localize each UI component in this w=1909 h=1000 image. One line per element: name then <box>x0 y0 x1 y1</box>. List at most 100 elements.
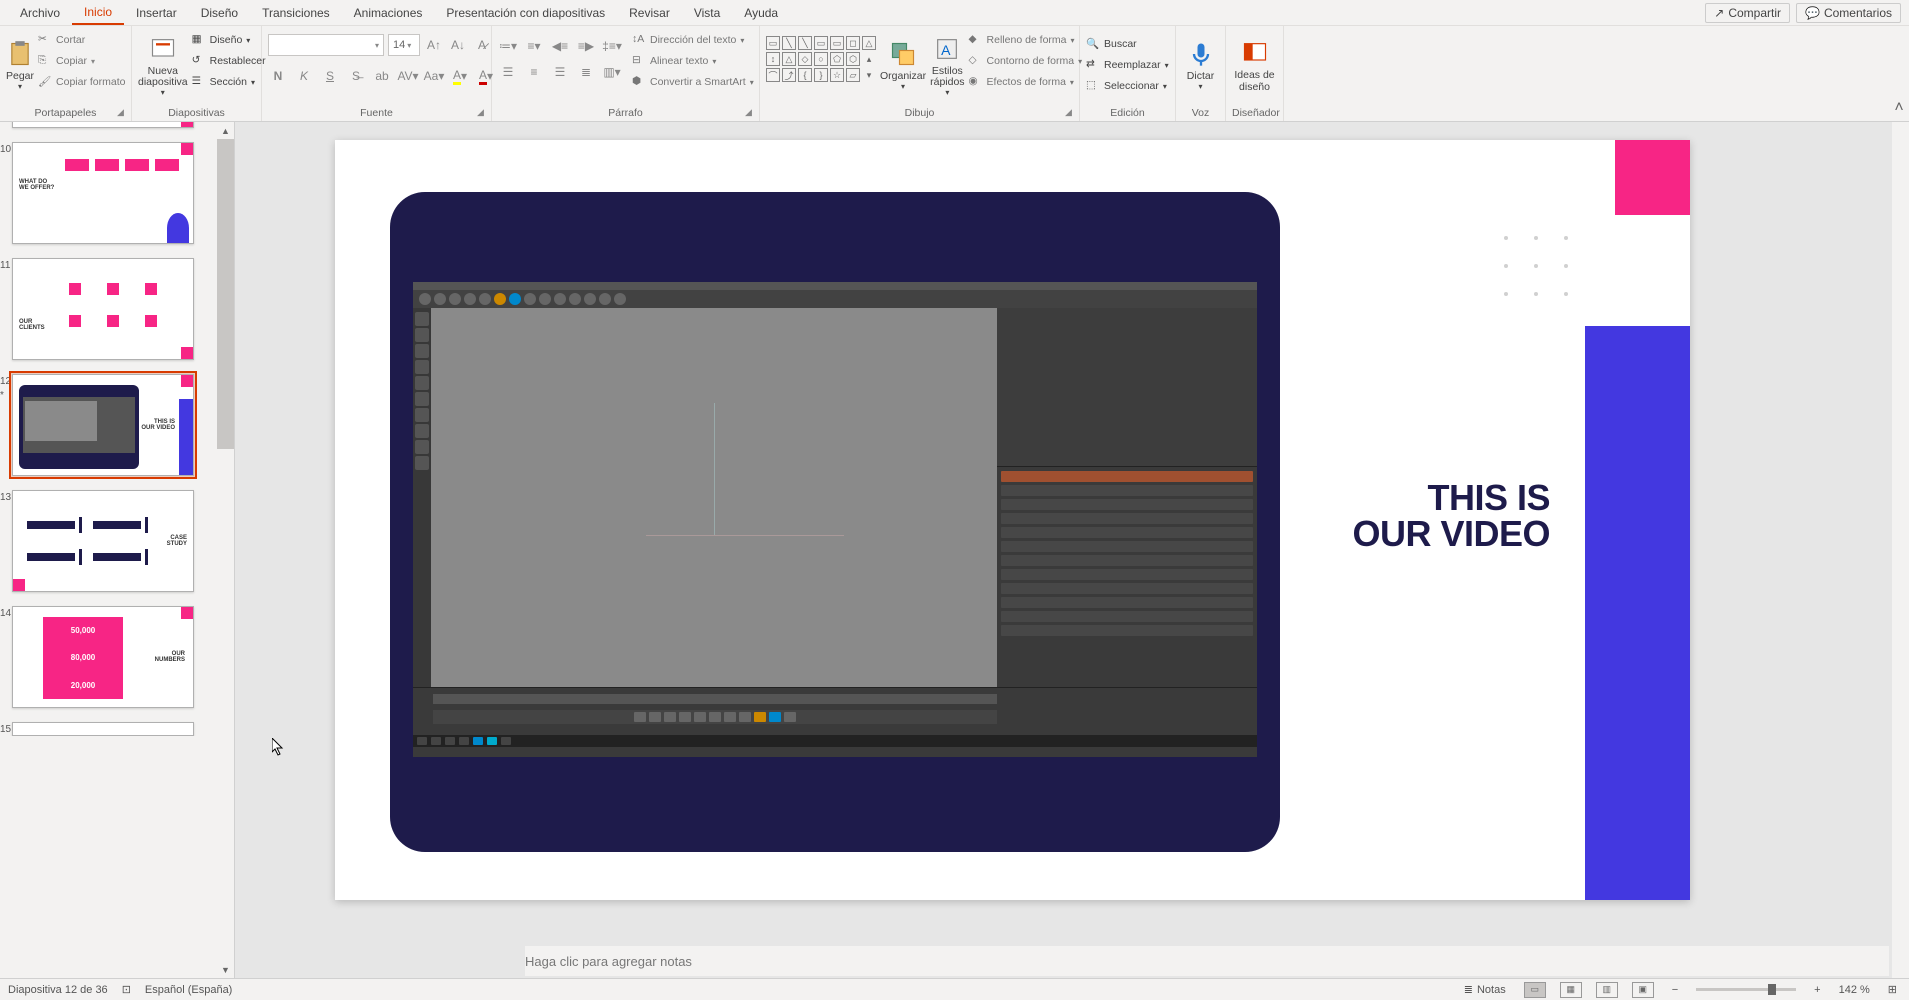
bold-button[interactable]: N <box>268 66 288 86</box>
strike-button[interactable]: S̶ <box>346 66 366 86</box>
fit-to-window-button[interactable]: ⊞ <box>1884 983 1901 996</box>
slide-title-text[interactable]: THIS IS OUR VIDEO <box>1352 480 1550 552</box>
share-button[interactable]: ↗Compartir <box>1705 3 1790 23</box>
char-spacing-button[interactable]: AV▾ <box>398 66 418 86</box>
scroll-up-button[interactable]: ▲ <box>217 122 234 139</box>
decoration-square-pink[interactable] <box>1615 140 1690 215</box>
font-family-combo[interactable]: ▾ <box>268 34 384 56</box>
highlight-button[interactable]: A▾ <box>450 66 470 86</box>
paragraph-dialog-launcher[interactable]: ◢ <box>745 107 757 119</box>
change-case-button[interactable]: Aa▾ <box>424 66 444 86</box>
tab-transiciones[interactable]: Transiciones <box>250 2 342 24</box>
format-painter-button[interactable]: 🖌Copiar formato <box>38 72 125 92</box>
zoom-in-button[interactable]: + <box>1810 984 1824 996</box>
dictate-button[interactable]: Dictar▾ <box>1182 30 1219 102</box>
drawing-dialog-launcher[interactable]: ◢ <box>1065 107 1077 119</box>
shapes-gallery[interactable]: ▭╲╲▭▭◻△ ↕△◇○⬠⬡▴ ⌒⤴{}☆▱▾ <box>766 36 876 82</box>
slide-thumbnail-14[interactable]: 14 50,00080,00020,000 OURNUMBERS <box>12 606 212 708</box>
collapse-ribbon-button[interactable]: ˄ <box>1889 26 1909 121</box>
canvas-scrollbar-vertical[interactable] <box>1892 122 1909 978</box>
zoom-level[interactable]: 142 % <box>1839 984 1870 996</box>
tab-diseno[interactable]: Diseño <box>189 2 250 24</box>
decrease-indent-button[interactable]: ◀≡ <box>550 36 570 56</box>
shape-outline-button[interactable]: ◇Contorno de forma▾ <box>969 51 1083 71</box>
tab-inicio[interactable]: Inicio <box>72 1 124 25</box>
font-size-combo[interactable]: 14▾ <box>388 34 420 56</box>
shape-effects-button[interactable]: ◉Efectos de forma▾ <box>969 72 1083 92</box>
align-right-button[interactable]: ☰ <box>550 62 570 82</box>
tab-animaciones[interactable]: Animaciones <box>342 2 435 24</box>
line-spacing-button[interactable]: ‡≡▾ <box>602 36 622 56</box>
scrollbar-handle[interactable] <box>217 139 234 449</box>
increase-font-button[interactable]: A↑ <box>424 35 444 55</box>
paste-button[interactable]: Pegar▾ <box>6 30 34 102</box>
comments-button[interactable]: 💬Comentarios <box>1796 3 1901 23</box>
text-direction-button[interactable]: ↕ADirección del texto▾ <box>632 30 754 50</box>
svg-text:A: A <box>941 41 951 57</box>
copy-button[interactable]: ⎘Copiar ▾ <box>38 51 125 71</box>
accessibility-icon[interactable]: ⊡ <box>122 983 131 996</box>
decoration-column-blue[interactable] <box>1585 326 1690 900</box>
slide-thumbnail[interactable] <box>12 122 212 128</box>
zoom-out-button[interactable]: − <box>1668 984 1682 996</box>
clipboard-dialog-launcher[interactable]: ◢ <box>117 107 129 119</box>
notes-pane[interactable]: Haga clic para agregar notas <box>525 946 1889 976</box>
tab-ayuda[interactable]: Ayuda <box>732 2 790 24</box>
shadow-button[interactable]: ab <box>372 66 392 86</box>
reset-button[interactable]: ↺Restablecer <box>192 51 266 71</box>
columns-button[interactable]: ▥▾ <box>602 62 622 82</box>
quick-styles-button[interactable]: A Estilos rápidos▾ <box>930 30 964 102</box>
zoom-slider[interactable] <box>1696 988 1796 991</box>
select-button[interactable]: ⬚Seleccionar▾ <box>1086 76 1169 96</box>
increase-indent-button[interactable]: ≡▶ <box>576 36 596 56</box>
find-button[interactable]: 🔍Buscar <box>1086 34 1169 54</box>
slide-thumbnail-12[interactable]: 12 * THIS ISOUR VIDEO <box>12 374 212 476</box>
underline-button[interactable]: S <box>320 66 340 86</box>
new-slide-button[interactable]: Nueva diapositiva▾ <box>138 30 188 102</box>
tab-vista[interactable]: Vista <box>682 2 732 24</box>
italic-button[interactable]: K <box>294 66 314 86</box>
clear-format-button[interactable]: A̷ <box>472 35 492 55</box>
slide-thumbnail-11[interactable]: 11 OURCLIENTS <box>12 258 212 360</box>
bullets-button[interactable]: ≔▾ <box>498 36 518 56</box>
ribbon-group-drawing: ▭╲╲▭▭◻△ ↕△◇○⬠⬡▴ ⌒⤴{}☆▱▾ Organizar▾ A Est… <box>760 26 1080 121</box>
scroll-down-button[interactable]: ▼ <box>217 961 234 978</box>
tab-presentacion[interactable]: Presentación con diapositivas <box>434 2 617 24</box>
thumbnails-scrollbar[interactable]: ▲ ▼ <box>217 122 234 978</box>
replace-button[interactable]: ⇄Reemplazar ▾ <box>1086 55 1169 75</box>
language-indicator[interactable]: Español (España) <box>145 984 232 996</box>
zoom-slider-handle[interactable] <box>1768 984 1776 995</box>
ribbon-group-editing: 🔍Buscar ⇄Reemplazar ▾ ⬚Seleccionar▾ Edic… <box>1080 26 1176 121</box>
justify-button[interactable]: ≣ <box>576 62 596 82</box>
cut-button[interactable]: ✂Cortar <box>38 30 125 50</box>
notes-toggle-button[interactable]: ≣Notas <box>1460 983 1510 996</box>
align-left-button[interactable]: ☰ <box>498 62 518 82</box>
tab-revisar[interactable]: Revisar <box>617 2 682 24</box>
normal-view-button[interactable]: ▭ <box>1524 982 1546 998</box>
shape-fill-button[interactable]: ◆Relleno de forma▾ <box>969 30 1083 50</box>
design-ideas-button[interactable]: Ideas de diseño <box>1232 30 1277 102</box>
fill-icon: ◆ <box>969 33 983 47</box>
video-placeholder-frame[interactable] <box>390 192 1280 852</box>
reset-icon: ↺ <box>192 54 206 68</box>
numbering-button[interactable]: ≡▾ <box>524 36 544 56</box>
section-button[interactable]: ☰Sección▾ <box>192 72 266 92</box>
notes-icon: ≣ <box>1464 983 1473 996</box>
convert-smartart-button[interactable]: ⬢Convertir a SmartArt▾ <box>632 72 754 92</box>
tab-insertar[interactable]: Insertar <box>124 2 189 24</box>
align-text-button[interactable]: ⊟Alinear texto▾ <box>632 51 754 71</box>
font-dialog-launcher[interactable]: ◢ <box>477 107 489 119</box>
slide-thumbnail-10[interactable]: 10 WHAT DOWE OFFER? <box>12 142 212 244</box>
slide-thumbnail-15[interactable]: 15 <box>12 722 212 736</box>
slideshow-view-button[interactable]: ▣ <box>1632 982 1654 998</box>
layout-button[interactable]: ▦Diseño▾ <box>192 30 266 50</box>
arrange-button[interactable]: Organizar▾ <box>880 30 926 102</box>
slide-thumbnail-13[interactable]: 13 CASESTUDY <box>12 490 212 592</box>
align-center-button[interactable]: ≡ <box>524 62 544 82</box>
reading-view-button[interactable]: ▥ <box>1596 982 1618 998</box>
decrease-font-button[interactable]: A↓ <box>448 35 468 55</box>
tab-archivo[interactable]: Archivo <box>8 2 72 24</box>
sorter-view-button[interactable]: ▦ <box>1560 982 1582 998</box>
slide-canvas[interactable]: THIS IS OUR VIDEO <box>335 140 1690 900</box>
slide-canvas-area[interactable]: THIS IS OUR VIDEO Haga clic para agregar… <box>235 122 1909 978</box>
